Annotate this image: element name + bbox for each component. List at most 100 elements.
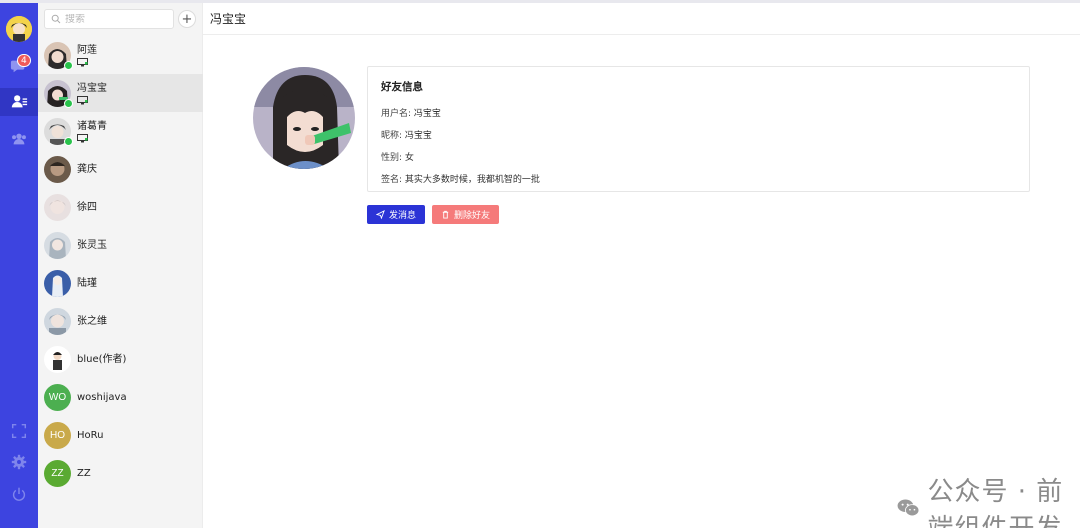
contact-avatar <box>44 117 73 146</box>
contact-item[interactable]: 陆瑾 <box>38 264 203 302</box>
app-window: 4 + 阿莲冯宝宝诸葛青龚庆徐四张灵玉陆瑾张之维blue(作者)WOwoshij… <box>0 0 1080 528</box>
contact-text: 阿莲 <box>77 44 97 67</box>
desktop-device-icon <box>77 57 88 66</box>
delete-friend-button[interactable]: 删除好友 <box>432 205 500 224</box>
page-title: 冯宝宝 <box>210 12 247 26</box>
main-panel: 冯宝宝 好友信息 用户名: 冯宝宝 昵称: 冯宝宝 性别: 女 签名: 其实大多… <box>203 3 1080 528</box>
card-actions: 发消息 删除好友 <box>367 205 500 224</box>
search-icon <box>51 14 61 24</box>
settings-gear-icon[interactable] <box>9 452 29 472</box>
contact-name: HoRu <box>77 429 104 441</box>
profile-avatar-image <box>253 67 355 169</box>
gender-value: 女 <box>404 153 414 163</box>
contact-item[interactable]: 龚庆 <box>38 150 203 188</box>
online-status-dot <box>64 136 73 146</box>
signature-row: 签名: 其实大多数时候，我都机智的一批 <box>381 174 1016 196</box>
contact-text: 龚庆 <box>77 163 97 176</box>
unread-badge: 4 <box>17 54 31 67</box>
avatar-image <box>6 16 32 42</box>
contact-text: HoRu <box>77 429 103 442</box>
avatar-image <box>44 155 71 183</box>
card-title: 好友信息 <box>381 81 423 93</box>
desktop-device-icon <box>77 95 88 104</box>
power-icon[interactable] <box>9 484 29 504</box>
contact-item[interactable]: 阿莲 <box>38 36 203 74</box>
contact-name: 徐四 <box>77 201 97 213</box>
online-status-dot <box>64 60 73 70</box>
wechat-icon <box>897 499 920 517</box>
contact-text: 诸葛青 <box>77 120 107 143</box>
contact-name: 张之维 <box>77 315 107 327</box>
avatar-initials: HO <box>50 429 65 441</box>
contact-item[interactable]: 冯宝宝 <box>38 74 203 112</box>
friend-info-card: 好友信息 用户名: 冯宝宝 昵称: 冯宝宝 性别: 女 签名: 其实大多数时候，… <box>367 66 1030 192</box>
contact-avatar <box>44 231 71 259</box>
avatar-initials: WO <box>48 391 67 403</box>
search-box[interactable] <box>44 9 174 29</box>
contact-items: 阿莲冯宝宝诸葛青龚庆徐四张灵玉陆瑾张之维 blue(作者) WO woshijava H… <box>38 36 203 492</box>
contacts-icon[interactable] <box>0 88 38 116</box>
send-message-button[interactable]: 发消息 <box>367 205 426 224</box>
username-value: 冯宝宝 <box>413 109 441 119</box>
username-row: 用户名: 冯宝宝 <box>381 108 1016 130</box>
contact-text: 张灵玉 <box>77 239 107 252</box>
add-contact-button[interactable]: + <box>178 10 196 28</box>
contact-text: woshijava <box>77 391 127 404</box>
send-message-label: 发消息 <box>389 211 417 221</box>
contact-avatar <box>44 269 71 297</box>
desktop-device-icon <box>77 133 88 142</box>
contact-item[interactable]: HO HoRu <box>38 416 203 454</box>
contact-text: 陆瑾 <box>77 277 97 290</box>
contact-item[interactable]: ZZ ZZ <box>38 454 203 492</box>
signature-value: 其实大多数时候，我都机智的一批 <box>404 175 540 185</box>
contact-text: 冯宝宝 <box>77 82 107 105</box>
contact-name: 张灵玉 <box>77 239 107 251</box>
contact-name: 冯宝宝 <box>77 82 107 94</box>
nickname-value: 冯宝宝 <box>404 131 432 141</box>
fullscreen-icon[interactable] <box>9 421 29 441</box>
contact-item[interactable]: WO woshijava <box>38 378 203 416</box>
contact-name: blue(作者) <box>77 353 127 365</box>
signature-label: 签名: <box>381 175 403 185</box>
trash-icon <box>442 210 449 219</box>
avatar-image <box>44 269 71 297</box>
contact-avatar <box>44 41 73 70</box>
nickname-label: 昵称: <box>381 131 403 141</box>
avatar-image <box>44 307 71 335</box>
user-avatar[interactable] <box>6 16 32 42</box>
contact-name: 诸葛青 <box>77 120 107 132</box>
main-header: 冯宝宝 <box>203 3 1080 35</box>
contact-name: 阿莲 <box>77 44 97 56</box>
username-label: 用户名: <box>381 109 412 119</box>
gender-label: 性别: <box>381 153 403 163</box>
contact-avatar: HO <box>44 421 71 449</box>
avatar-initials: ZZ <box>51 467 64 479</box>
contact-item[interactable]: 张灵玉 <box>38 226 203 264</box>
online-status-dot <box>64 98 73 108</box>
contact-item[interactable]: 徐四 <box>38 188 203 226</box>
contact-avatar <box>44 79 73 108</box>
group-icon[interactable] <box>9 129 29 149</box>
send-icon <box>376 210 385 219</box>
avatar-image <box>44 193 71 221</box>
contact-avatar <box>44 345 71 373</box>
contact-text: 张之维 <box>77 315 107 328</box>
avatar-image <box>44 231 71 259</box>
contact-text: 徐四 <box>77 201 97 214</box>
search-input[interactable] <box>65 13 170 25</box>
contact-item[interactable]: 张之维 <box>38 302 203 340</box>
contact-text: ZZ <box>77 467 91 480</box>
contact-list-panel: + 阿莲冯宝宝诸葛青龚庆徐四张灵玉陆瑾张之维 blue(作者) WO woshijav… <box>38 3 203 528</box>
contact-avatar: ZZ <box>44 459 71 487</box>
contact-text: blue(作者) <box>77 353 126 366</box>
left-nav: 4 <box>0 3 38 528</box>
avatar-image <box>44 345 71 373</box>
contact-avatar <box>44 155 71 183</box>
contact-item[interactable]: blue(作者) <box>38 340 203 378</box>
contact-item[interactable]: 诸葛青 <box>38 112 203 150</box>
contact-avatar <box>44 193 71 221</box>
delete-friend-label: 删除好友 <box>454 211 491 221</box>
nickname-row: 昵称: 冯宝宝 <box>381 130 1016 152</box>
watermark: 公众号 · 前端组件开发 <box>897 471 1080 528</box>
gender-row: 性别: 女 <box>381 152 1016 174</box>
